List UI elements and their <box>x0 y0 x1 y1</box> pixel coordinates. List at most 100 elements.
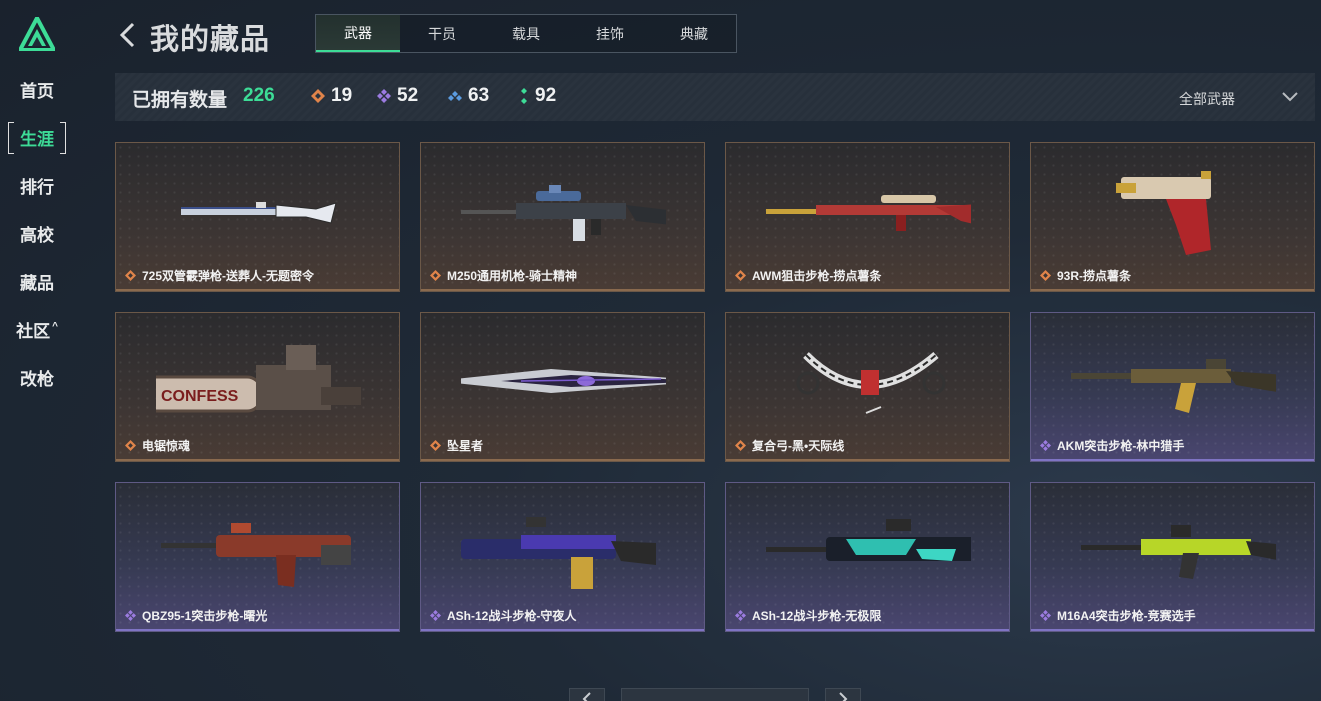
sidebar-item-label: 藏品 <box>20 273 54 293</box>
weapon-name: M250通用机枪-骑士精神 <box>447 269 578 283</box>
card-label: 复合弓-黑•天际线 <box>735 437 844 454</box>
blade-image <box>461 369 666 393</box>
weapon-card[interactable]: AWM狙击步枪-捞点薯条 <box>725 142 1010 292</box>
green-diamond-icon <box>521 88 527 104</box>
orange-diamond-icon <box>735 440 746 451</box>
compound-bow-image <box>796 351 946 414</box>
orange-diamond-icon <box>1040 270 1051 281</box>
tab-vehicles[interactable]: 载具 <box>484 15 568 52</box>
collection-tabs: 武器 干员 载具 挂饰 典藏 <box>315 14 737 53</box>
purple-diamond-icon <box>735 610 746 621</box>
weapon-card[interactable]: M16A4突击步枪-竞赛选手 <box>1030 482 1315 632</box>
sidebar-item-collection[interactable]: 藏品 <box>8 266 66 296</box>
sidebar-item-label: 社区 <box>16 321 51 341</box>
weapon-card[interactable]: 725双管霰弹枪-送葬人-无题密令 <box>115 142 400 292</box>
weapon-card[interactable]: 复合弓-黑•天际线 <box>725 312 1010 462</box>
weapon-name: 坠星者 <box>447 439 484 453</box>
sidebar-item-career[interactable]: 生涯 <box>8 122 66 154</box>
purple-diamond-icon <box>377 89 391 103</box>
weapon-name: ASh-12战斗步枪-守夜人 <box>447 609 577 623</box>
purple-diamond-icon <box>1040 440 1051 451</box>
sidebar-item-home[interactable]: 首页 <box>8 74 66 104</box>
sidebar: 首页 生涯 排行 高校 藏品 社区 ^ 改枪 <box>0 0 78 701</box>
chevron-down-icon[interactable] <box>1281 90 1299 102</box>
sidebar-item-label: 首页 <box>20 81 54 101</box>
pistol-image <box>1116 171 1211 255</box>
orange-diamond-icon <box>430 270 441 281</box>
weapon-card[interactable]: 93R-捞点薯条 <box>1030 142 1315 292</box>
tab-collector[interactable]: 典藏 <box>652 15 736 52</box>
battle-rifle-image <box>461 517 656 589</box>
card-label: 电锯惊魂 <box>125 437 190 454</box>
card-label: ASh-12战斗步枪-守夜人 <box>430 607 576 624</box>
weapon-filter-dropdown[interactable]: 全部武器 <box>1179 89 1235 109</box>
sidebar-item-community[interactable]: 社区 ^ <box>8 314 66 344</box>
purple-diamond-icon <box>125 610 136 621</box>
sidebar-item-label: 改枪 <box>20 369 54 389</box>
orange-diamond-icon <box>430 440 441 451</box>
owned-label: 已拥有数量 <box>132 90 228 111</box>
card-label: M16A4突击步枪-竞赛选手 <box>1040 607 1196 624</box>
back-arrow-icon[interactable] <box>118 22 138 48</box>
weapon-name: 电锯惊魂 <box>142 439 191 453</box>
next-page-button[interactable] <box>825 688 861 701</box>
rarity-stat-green: 92 <box>519 85 556 107</box>
orange-diamond-icon <box>311 89 325 103</box>
chevron-left-icon <box>582 692 591 701</box>
sidebar-item-label: 生涯 <box>20 129 54 149</box>
rarity-stat-orange: 19 <box>311 85 352 107</box>
card-label: 坠星者 <box>430 437 483 454</box>
tab-charms[interactable]: 挂饰 <box>568 15 652 52</box>
weapon-card[interactable]: 坠星者 <box>420 312 705 462</box>
card-label: M250通用机枪-骑士精神 <box>430 267 577 284</box>
rarity-stat-blue: 63 <box>448 85 489 107</box>
sidebar-item-label: 排行 <box>20 177 54 197</box>
weapon-card[interactable]: ASh-12战斗步枪-守夜人 <box>420 482 705 632</box>
weapon-name: AWM狙击步枪-捞点薯条 <box>752 269 882 283</box>
weapon-name: 725双管霰弹枪-送葬人-无题密令 <box>142 269 315 283</box>
weapon-card[interactable]: ASh-12战斗步枪-无极限 <box>725 482 1010 632</box>
sniper-rifle-image <box>766 195 971 231</box>
app-logo-icon[interactable] <box>19 17 55 51</box>
rarity-stat-purple: 52 <box>377 85 418 107</box>
weapon-name: 93R-捞点薯条 <box>1057 269 1132 283</box>
weapon-card[interactable]: CONFESS 电锯惊魂 <box>115 312 400 462</box>
owned-count: 226 <box>243 85 275 106</box>
tab-weapons[interactable]: 武器 <box>316 15 400 52</box>
battle-rifle-image <box>766 519 971 561</box>
rarity-count: 52 <box>397 85 419 106</box>
machine-gun-image <box>461 185 666 241</box>
stats-bar: 已拥有数量 226 19 52 63 92 全部武器 <box>115 73 1315 121</box>
card-label: 725双管霰弹枪-送葬人-无题密令 <box>125 267 314 284</box>
orange-diamond-icon <box>735 270 746 281</box>
weapon-name: QBZ95-1突击步枪-曙光 <box>142 609 268 623</box>
card-label: 93R-捞点薯条 <box>1040 267 1131 284</box>
blue-diamond-icon <box>448 91 462 101</box>
sidebar-item-label: 高校 <box>20 225 54 245</box>
chevron-right-icon <box>839 692 848 701</box>
sidebar-item-ranking[interactable]: 排行 <box>8 170 66 200</box>
weapon-card[interactable]: M250通用机枪-骑士精神 <box>420 142 705 292</box>
purple-diamond-icon <box>430 610 441 621</box>
sidebar-item-college[interactable]: 高校 <box>8 218 66 248</box>
chevron-up-icon: ^ <box>52 320 58 332</box>
rarity-count: 63 <box>468 85 490 106</box>
orange-diamond-icon <box>125 440 136 451</box>
sidebar-item-gunsmith[interactable]: 改枪 <box>8 362 66 392</box>
prev-page-button[interactable] <box>569 688 605 701</box>
orange-diamond-icon <box>125 270 136 281</box>
page-title: 我的藏品 <box>150 24 271 56</box>
weapon-name: AKM突击步枪-林中猎手 <box>1057 439 1185 453</box>
tab-operators[interactable]: 干员 <box>400 15 484 52</box>
card-label: ASh-12战斗步枪-无极限 <box>735 607 881 624</box>
weapon-card[interactable]: AKM突击步枪-林中猎手 <box>1030 312 1315 462</box>
rifle-image <box>1071 359 1276 413</box>
bullpup-rifle-image <box>161 523 351 587</box>
rarity-count: 19 <box>331 85 353 106</box>
card-label: QBZ95-1突击步枪-曙光 <box>125 607 267 624</box>
weapon-card[interactable]: QBZ95-1突击步枪-曙光 <box>115 482 400 632</box>
rarity-count: 92 <box>535 85 557 106</box>
weapon-name: 复合弓-黑•天际线 <box>752 439 845 453</box>
weapon-name: ASh-12战斗步枪-无极限 <box>752 609 882 623</box>
page-indicator <box>621 688 809 701</box>
